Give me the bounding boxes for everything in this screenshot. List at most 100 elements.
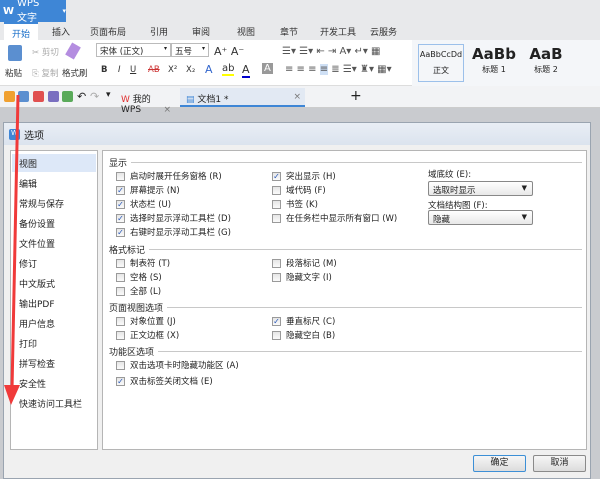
highlight-icon[interactable]: ab	[222, 63, 235, 76]
tab-8[interactable]: 云服务	[370, 25, 397, 38]
checkbox-unchecked-icon[interactable]	[272, 199, 281, 209]
checkbox-checked-icon[interactable]: ✓	[116, 213, 125, 223]
tab-5[interactable]: 视图	[237, 25, 255, 38]
print-preview-icon[interactable]	[62, 91, 73, 102]
tab-1[interactable]: 插入	[52, 25, 70, 38]
style-name: 标题 2	[534, 65, 558, 74]
checkbox-option[interactable]: 空格 (S)	[116, 271, 162, 283]
close-icon[interactable]: ×	[163, 105, 171, 115]
checkbox-label: 制表符 (T)	[130, 259, 171, 269]
checkbox-option[interactable]: 正文边框 (X)	[116, 329, 179, 341]
tab-2[interactable]: 页面布局	[90, 25, 126, 38]
app-menu-button[interactable]: W WPS 文字 ▾	[0, 0, 66, 24]
checkbox-unchecked-icon[interactable]	[116, 316, 125, 326]
checkbox-option[interactable]: 段落标记 (M)	[272, 257, 337, 269]
paste-icon[interactable]	[8, 45, 22, 61]
checkbox-option[interactable]: 书签 (K)	[272, 198, 318, 210]
italic-button[interactable]: I	[118, 65, 121, 75]
checkbox-checked-icon[interactable]: ✓	[116, 376, 125, 386]
checkbox-checked-icon[interactable]: ✓	[116, 185, 125, 195]
checkbox-option[interactable]: 在任务栏中显示所有窗口 (W)	[272, 212, 397, 224]
checkbox-checked-icon[interactable]: ✓	[272, 316, 281, 326]
checkbox-label: 隐藏文字 (I)	[286, 273, 332, 283]
checkbox-option[interactable]: 域代码 (F)	[272, 184, 326, 196]
style-2[interactable]: AaB 标题 2	[522, 44, 570, 82]
print-icon[interactable]	[48, 91, 59, 102]
tab-6[interactable]: 章节	[280, 25, 298, 38]
document-icon: ▤	[186, 95, 198, 105]
new-tab-button[interactable]: +	[350, 88, 362, 104]
paste-button[interactable]: 粘贴	[5, 67, 22, 79]
list-icons[interactable]: ☰▾ ☰▾ ⇤ ⇥ A▾ ↵▾ ▦	[282, 46, 381, 57]
checkbox-option[interactable]: 隐藏文字 (I)	[272, 271, 332, 283]
undo-icon[interactable]: ↶	[77, 90, 86, 103]
customize-icon[interactable]: ▾	[106, 90, 111, 100]
checkbox-unchecked-icon[interactable]	[116, 272, 125, 282]
checkbox-option[interactable]: ✓ 突出显示 (H)	[272, 170, 336, 182]
checkbox-option[interactable]: 隐藏空白 (B)	[272, 329, 335, 341]
checkbox-unchecked-icon[interactable]	[116, 171, 125, 181]
checkbox-unchecked-icon[interactable]	[272, 185, 281, 195]
checkbox-unchecked-icon[interactable]	[116, 330, 125, 340]
ribbon-tabs: 开始 插入 页面布局 引用 审阅 视图 章节 开发工具 云服务	[0, 22, 600, 40]
tab-4[interactable]: 审阅	[192, 25, 210, 38]
tab-7[interactable]: 开发工具	[320, 25, 356, 38]
section-title: 显示	[109, 159, 128, 169]
doc-tab-0[interactable]: W 我的WPS ×	[115, 88, 175, 115]
checkbox-checked-icon[interactable]: ✓	[116, 199, 125, 209]
checkbox-option[interactable]: ✓ 选择时显示浮动工具栏 (D)	[116, 212, 231, 224]
style-name: 正文	[433, 66, 449, 75]
grow-font-icon[interactable]: A⁺ A⁻	[214, 45, 244, 58]
checkbox-option[interactable]: 启动时展开任务窗格 (R)	[116, 170, 222, 182]
font-name-combo[interactable]: 宋体 (正文) ▾	[96, 43, 171, 57]
checkbox-checked-icon[interactable]: ✓	[116, 227, 125, 237]
checkbox-option[interactable]: ✓ 屏幕提示 (N)	[116, 184, 180, 196]
checkbox-option[interactable]: ✓ 状态栏 (U)	[116, 198, 171, 210]
checkbox-label: 段落标记 (M)	[286, 259, 337, 269]
checkbox-option[interactable]: 全部 (L)	[116, 285, 161, 297]
checkbox-option[interactable]: 双击选项卡时隐藏功能区 (A)	[116, 359, 239, 371]
style-preview: AaBbCcDd	[419, 50, 463, 59]
font-size-combo[interactable]: 五号 ▾	[171, 43, 209, 57]
font-color-icon[interactable]: A	[242, 63, 250, 78]
cut-button[interactable]: ✂ 剪切	[32, 46, 59, 58]
tab-3[interactable]: 引用	[150, 25, 168, 38]
checkbox-option[interactable]: 对象位置 (J)	[116, 315, 176, 327]
checkbox-option[interactable]: 制表符 (T)	[116, 257, 170, 269]
style-1[interactable]: AaBb 标题 1	[470, 44, 518, 82]
quick-access-toolbar: ↶ ↷ ▾ W 我的WPS × ▤ 文档1 * × +	[0, 86, 600, 115]
redo-icon[interactable]: ↷	[90, 90, 99, 103]
bold-button[interactable]: B	[101, 65, 107, 75]
cancel-button[interactable]: 取消	[533, 455, 586, 472]
doc-map-select[interactable]: 隐藏 ▼	[428, 210, 533, 225]
checkbox-label: 正文边框 (X)	[130, 331, 180, 341]
superscript-button[interactable]: X²	[168, 65, 177, 75]
style-name: 标题 1	[482, 65, 506, 74]
field-shading-select[interactable]: 选取时显示 ▼	[428, 181, 533, 196]
checkbox-unchecked-icon[interactable]	[272, 213, 281, 223]
ok-button[interactable]: 确定	[473, 455, 526, 472]
checkbox-unchecked-icon[interactable]	[272, 258, 281, 268]
checkbox-unchecked-icon[interactable]	[116, 360, 125, 370]
checkbox-option[interactable]: ✓ 双击标签关闭文档 (E)	[116, 375, 213, 387]
checkbox-unchecked-icon[interactable]	[116, 258, 125, 268]
copy-button[interactable]: ⎘ 复制	[32, 67, 59, 79]
align-icons[interactable]: ≡ ≡ ≡ ≡ ≣ ☰▾ ♜▾ ▦▾	[285, 64, 392, 75]
char-shading-icon[interactable]: A	[262, 63, 273, 74]
underline-button[interactable]: U	[130, 65, 136, 75]
doc-tab-1[interactable]: ▤ 文档1 * ×	[180, 88, 305, 107]
close-icon[interactable]: ×	[293, 92, 301, 102]
checkbox-checked-icon[interactable]: ✓	[272, 171, 281, 181]
checkbox-unchecked-icon[interactable]	[272, 330, 281, 340]
export-pdf-icon[interactable]	[33, 91, 44, 102]
checkbox-unchecked-icon[interactable]	[116, 286, 125, 296]
subscript-button[interactable]: X₂	[186, 65, 195, 75]
tab-0[interactable]: 开始	[4, 22, 39, 40]
checkbox-unchecked-icon[interactable]	[272, 272, 281, 282]
checkbox-option[interactable]: ✓ 右键时显示浮动工具栏 (G)	[116, 226, 231, 238]
format-painter-button[interactable]: 格式刷	[62, 67, 88, 79]
strikethrough-button[interactable]: AB	[148, 65, 160, 75]
style-0[interactable]: AaBbCcDd 正文	[418, 44, 464, 82]
text-effect-icon[interactable]: A	[205, 63, 213, 76]
checkbox-option[interactable]: ✓ 垂直标尺 (C)	[272, 315, 335, 327]
